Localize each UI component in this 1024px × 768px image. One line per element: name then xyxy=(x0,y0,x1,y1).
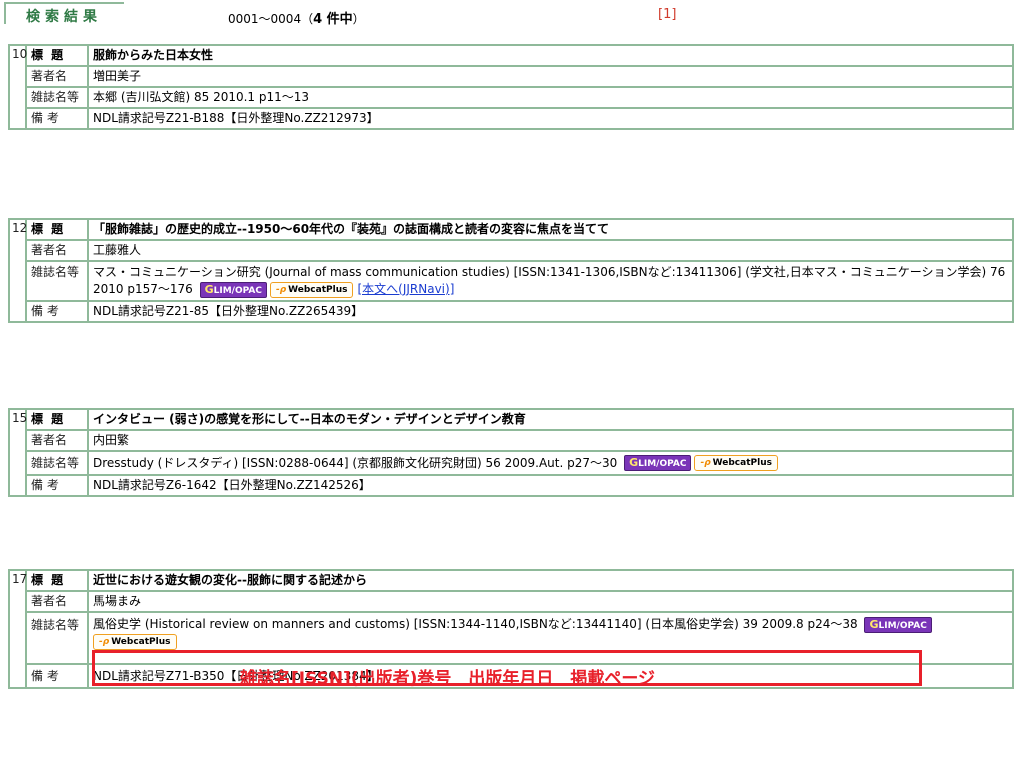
page-link-1[interactable]: [1] xyxy=(658,7,676,22)
record-note: NDL請求記号Z6-1642【日外整理No.ZZ142526】 xyxy=(87,474,1014,497)
author-label: 著者名 xyxy=(25,429,89,452)
result-count: 4 件中 xyxy=(313,12,353,27)
record-table: 15 標 題 インタビュー (弱さ)の感覚を形にして--日本のモダン・デザインと… xyxy=(8,408,1014,497)
webcat-label: WebcatPlus xyxy=(712,458,772,468)
record-title: 「服飾雑誌」の歴史的成立--1950～60年代の『装苑』の誌面構成と読者の変容に… xyxy=(87,218,1014,241)
record-table: 10 標 題 服飾からみた日本女性 著者名 増田美子 雑誌名等 本郷 (吉川弘文… xyxy=(8,44,1014,130)
journal-label: 雑誌名等 xyxy=(25,86,89,109)
journal-label: 雑誌名等 xyxy=(25,611,89,665)
range-end: ） xyxy=(352,12,365,26)
record-journal: 風俗史学 (Historical review on manners and c… xyxy=(93,617,858,631)
note-label: 備 考 xyxy=(25,300,89,323)
glim-label: LIM/OPAC xyxy=(878,620,927,631)
glim-opac-button[interactable]: GLIM/OPAC xyxy=(199,281,267,298)
record-title: 近世における遊女観の変化--服飾に関する記述から xyxy=(87,569,1014,592)
journal-format-note: 雑誌名[ISSN](出版者)巻号 出版年月日 掲載ページ xyxy=(240,669,656,689)
record-journal-cell: 風俗史学 (Historical review on manners and c… xyxy=(87,611,1014,665)
record-journal: 本郷 (吉川弘文館) 85 2010.1 p11～13 xyxy=(87,86,1014,109)
title-label: 標 題 xyxy=(25,218,89,241)
results-header: 検索結果 0001～0004（4 件中） [1] xyxy=(0,0,1024,28)
webcat-icon: -ρ xyxy=(275,284,287,295)
journal-label: 雑誌名等 xyxy=(25,260,89,302)
title-label: 標 題 xyxy=(25,569,89,592)
range-start: 0001～0004（ xyxy=(228,12,314,26)
record-author: 増田美子 xyxy=(87,65,1014,88)
record-journal-cell: マス・コミュニケーション研究 (Journal of mass communic… xyxy=(87,260,1014,302)
webcat-label: WebcatPlus xyxy=(288,284,348,295)
record-author: 内田繁 xyxy=(87,429,1014,452)
results-range: 0001～0004（4 件中） xyxy=(228,8,365,27)
record-title: 服飾からみた日本女性 xyxy=(87,44,1014,67)
journal-label: 雑誌名等 xyxy=(25,450,89,476)
record-author: 馬場まみ xyxy=(87,590,1014,613)
record-number: 12 xyxy=(8,218,27,323)
record-journal-cell: Dresstudy (ドレスタディ) [ISSN:0288-0644] (京都服… xyxy=(87,450,1014,476)
webcat-icon: -ρ xyxy=(700,458,711,468)
author-label: 著者名 xyxy=(25,590,89,613)
record-number: 10 xyxy=(8,44,27,130)
note-label: 備 考 xyxy=(25,474,89,497)
webcat-icon: -ρ xyxy=(99,636,110,647)
glim-label: LIM/OPAC xyxy=(638,459,687,469)
record-table: 12 標 題 「服飾雑誌」の歴史的成立--1950～60年代の『装苑』の誌面構成… xyxy=(8,218,1014,323)
title-label: 標 題 xyxy=(25,44,89,67)
glim-g-letter: G xyxy=(869,617,879,631)
record-number: 15 xyxy=(8,408,27,497)
title-label: 標 題 xyxy=(25,408,89,431)
webcat-plus-button[interactable]: -ρ WebcatPlus xyxy=(269,281,354,298)
glim-g-letter: G xyxy=(629,456,639,469)
note-label: 備 考 xyxy=(25,663,89,689)
glim-label: LIM/OPAC xyxy=(213,285,262,296)
results-title: 検索結果 xyxy=(26,9,102,25)
webcat-plus-button[interactable]: -ρ WebcatPlus xyxy=(93,633,177,650)
glim-opac-button[interactable]: GLIM/OPAC xyxy=(624,455,692,471)
fulltext-link[interactable]: [本文へ(JJRNavi)] xyxy=(357,282,454,296)
webcat-plus-button[interactable]: -ρ WebcatPlus xyxy=(694,455,778,471)
record-author: 工藤雅人 xyxy=(87,239,1014,262)
record-note: NDL請求記号Z21-B188【日外整理No.ZZ212973】 xyxy=(87,107,1014,130)
webcat-label: WebcatPlus xyxy=(111,636,171,647)
author-label: 著者名 xyxy=(25,239,89,262)
author-label: 著者名 xyxy=(25,65,89,88)
record-note: NDL請求記号Z21-85【日外整理No.ZZ265439】 xyxy=(87,300,1014,323)
record-number: 17 xyxy=(8,569,27,689)
glim-opac-button[interactable]: GLIM/OPAC xyxy=(864,616,932,633)
record-title: インタビュー (弱さ)の感覚を形にして--日本のモダン・デザインとデザイン教育 xyxy=(87,408,1014,431)
note-label: 備 考 xyxy=(25,107,89,130)
record-journal: Dresstudy (ドレスタディ) [ISSN:0288-0644] (京都服… xyxy=(93,455,618,470)
glim-g-letter: G xyxy=(204,282,214,296)
